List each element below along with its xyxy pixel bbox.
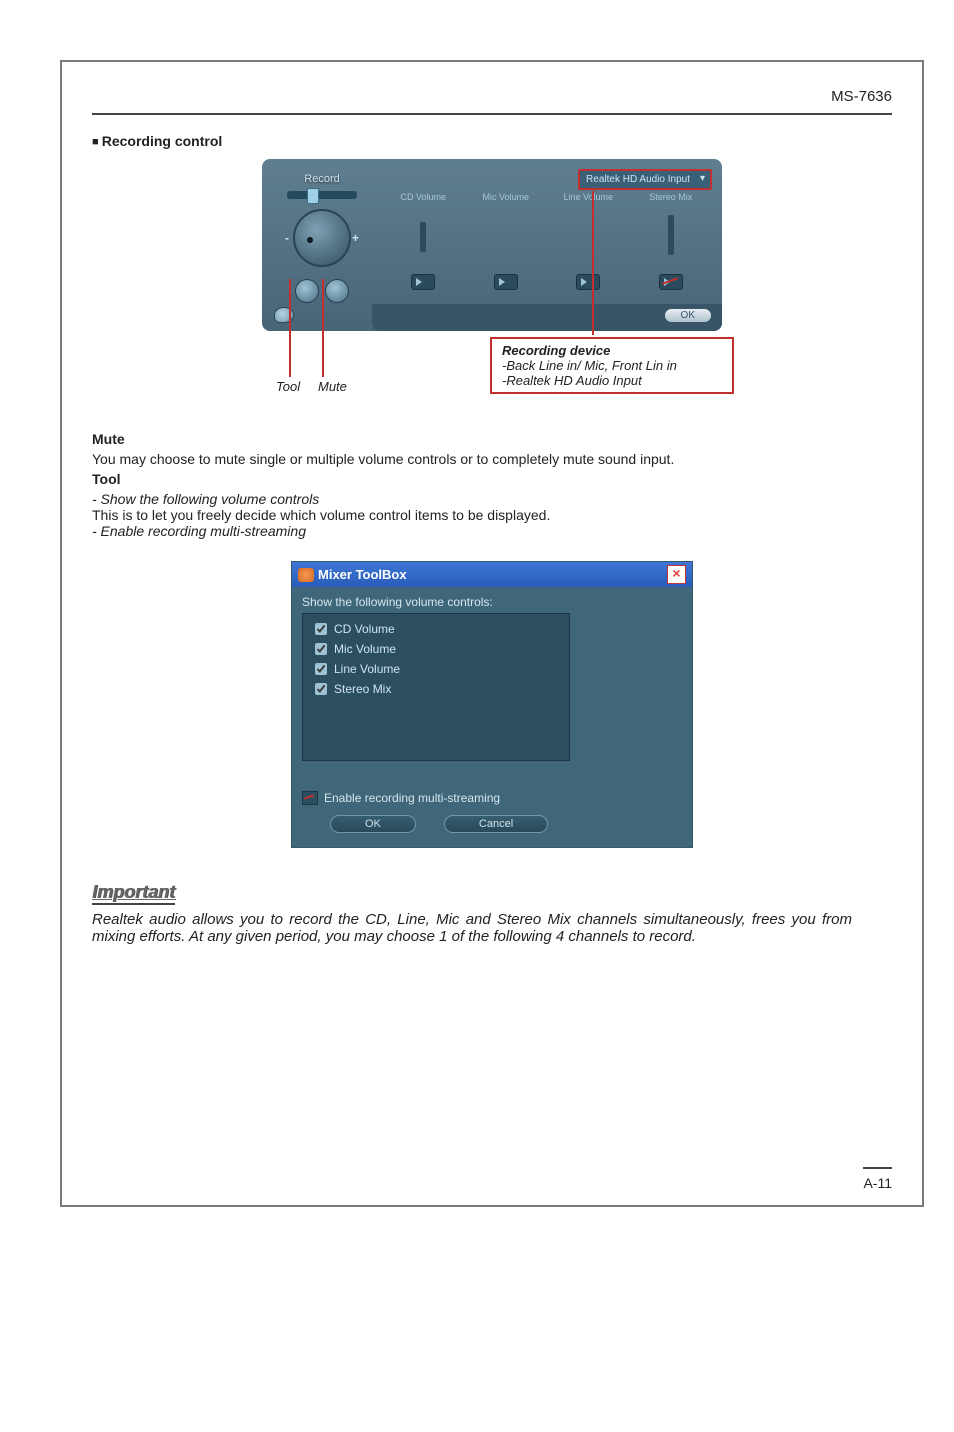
toolbox-item-cd-label: CD Volume [334,622,395,636]
col-label-cd: CD Volume [400,192,446,202]
toolbox-check-cd[interactable] [315,623,327,635]
tool-sub2: - Enable recording multi-streaming [92,523,892,539]
toolbox-multistream-row[interactable]: Enable recording multi-streaming [302,791,682,805]
record-dial[interactable]: - + [293,209,351,267]
mute-text: You may choose to mute single or multipl… [92,451,892,467]
important-heading: Important [92,882,175,905]
toolbox-volume-list: CD Volume Mic Volume Line Volume Stereo … [302,613,570,761]
callout-line-device [592,191,594,335]
record-callouts: Tool Mute Recording device -Back Line in… [262,331,722,413]
realtek-crab-icon [298,568,314,582]
col-label-stereo: Stereo Mix [649,192,692,202]
mixer-toolbox-window: Mixer ToolBox × Show the following volum… [291,561,693,848]
callout-device-line2: -Realtek HD Audio Input [502,373,722,388]
recording-device-select[interactable]: Realtek HD Audio Input [578,169,712,190]
toolbox-item-mic-label: Mic Volume [334,642,396,656]
col-label-mic: Mic Volume [482,192,529,202]
toolbox-title-text: Mixer ToolBox [318,567,407,582]
toolbox-multistream-checkbox[interactable] [302,791,318,805]
toolbox-ok-button[interactable]: OK [330,815,416,833]
mute-mic[interactable] [494,274,518,290]
mute-line[interactable] [576,274,600,290]
callout-device-line1: -Back Line in/ Mic, Front Lin in [502,358,722,373]
toolbox-show-label: Show the following volume controls: [302,595,682,609]
toolbox-check-line[interactable] [315,663,327,675]
header-rule [92,113,892,115]
important-text: Realtek audio allows you to record the C… [92,911,852,945]
col-label-line: Line Volume [563,192,613,202]
dial-plus-icon: + [352,231,359,245]
callout-device-header: Recording device [502,343,722,358]
tool-sub1: - Show the following volume controls [92,491,892,507]
toolbox-item-cd[interactable]: CD Volume [311,620,561,638]
toolbox-check-stereo[interactable] [315,683,327,695]
page-frame: MS-7636 Recording control Record - + [60,60,924,1207]
stereo-mix-slider[interactable] [668,215,674,255]
toolbox-body: Show the following volume controls: CD V… [292,587,692,847]
record-label: Record [304,173,339,185]
record-right: Realtek HD Audio Input CD Volume Mic Vol… [382,169,712,331]
toolbox-item-stereo[interactable]: Stereo Mix [311,680,561,698]
toolbox-multistream-label: Enable recording multi-streaming [324,791,500,805]
tool-sub1-text: This is to let you freely decide which v… [92,507,892,523]
mute-heading: Mute [92,431,892,447]
mute-all-button[interactable] [325,279,349,303]
toolbox-item-line[interactable]: Line Volume [311,660,561,678]
callout-line-mute [322,279,324,377]
mute-stereo[interactable] [659,274,683,290]
tool-button[interactable] [295,279,319,303]
section-heading-recording: Recording control [92,133,892,149]
mute-cd[interactable] [411,274,435,290]
dial-minus-icon: - [285,231,289,245]
toolbox-item-line-label: Line Volume [334,662,400,676]
record-balance-slider[interactable] [287,191,357,199]
toolbox-item-mic[interactable]: Mic Volume [311,640,561,658]
record-panel: Record - + Realtek HD Audio Input [262,159,722,413]
header-model: MS-7636 [92,88,892,105]
toolbox-item-stereo-label: Stereo Mix [334,682,391,696]
callout-device-box: Recording device -Back Line in/ Mic, Fro… [490,337,734,394]
callout-tool-label: Tool [276,379,300,394]
toolbox-close-button[interactable]: × [667,565,686,584]
toolbox-check-mic[interactable] [315,643,327,655]
record-panel-body: Record - + Realtek HD Audio Input [262,159,722,331]
callout-mute-label: Mute [318,379,347,394]
callout-line-tool [289,279,291,377]
toolbox-titlebar: Mixer ToolBox × [292,562,692,587]
tool-heading: Tool [92,471,892,487]
page-number: A-11 [863,1175,892,1191]
page-footer: A-11 [863,1160,892,1191]
palette-icon[interactable] [274,307,294,323]
record-ok-button[interactable]: OK [664,308,712,323]
toolbox-cancel-button[interactable]: Cancel [444,815,548,833]
cd-volume-slider[interactable] [420,222,426,252]
